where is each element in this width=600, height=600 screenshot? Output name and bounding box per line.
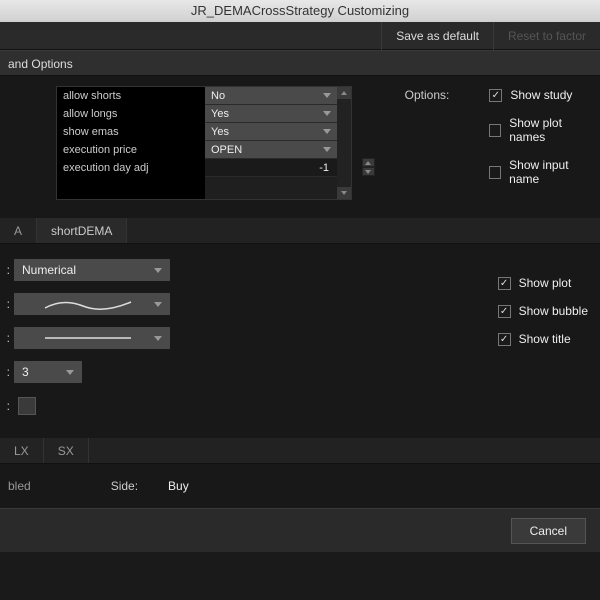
line-style-label: : (0, 331, 14, 345)
options-checkboxes: ✓ Show study Show plot names Show input … (489, 86, 592, 200)
chevron-down-icon (323, 147, 331, 152)
checkbox-icon (489, 124, 501, 137)
save-as-default-button[interactable]: Save as default (381, 22, 493, 50)
width-label: : (0, 365, 14, 379)
draw-as-select[interactable]: Numerical (14, 259, 170, 281)
window-title: JR_DEMACrossStrategy Customizing (191, 3, 409, 18)
inputs-scrollbar[interactable] (337, 87, 351, 199)
reset-to-factory-button[interactable]: Reset to factor (493, 22, 600, 50)
chevron-down-icon (66, 370, 74, 375)
scroll-up-icon[interactable] (337, 87, 351, 99)
scroll-track[interactable] (337, 99, 351, 187)
checkbox-icon: ✓ (489, 89, 502, 102)
enabled-label: bled (8, 479, 31, 493)
side-value: Buy (168, 479, 189, 493)
input-name-column: allow shorts allow longs show emas execu… (57, 87, 205, 199)
allow-longs-select[interactable]: Yes (205, 105, 337, 123)
checkbox-label: Show plot names (509, 116, 592, 144)
show-emas-select[interactable]: Yes (205, 123, 337, 141)
show-plot-names-checkbox[interactable]: Show plot names (489, 116, 592, 144)
section-header-inputs-options: and Options (0, 50, 600, 76)
chevron-down-icon (323, 129, 331, 134)
checkbox-label: Show bubble (519, 304, 588, 318)
show-title-checkbox[interactable]: ✓ Show title (498, 332, 588, 346)
style-label: : (0, 297, 14, 311)
inputs-table: allow shorts allow longs show emas execu… (56, 86, 352, 200)
options-label: Options: (405, 88, 450, 102)
stepper-down-icon[interactable] (362, 167, 375, 176)
plot-options-column: ✓ Show plot ✓ Show bubble ✓ Show title (498, 258, 588, 428)
allow-shorts-select[interactable]: No (205, 87, 337, 105)
color-picker[interactable] (18, 397, 36, 415)
tab-lx[interactable]: LX (0, 438, 44, 463)
plot-tabs: A shortDEMA (0, 218, 600, 244)
style-select[interactable] (14, 293, 170, 315)
checkbox-label: Show title (519, 332, 571, 346)
checkbox-icon: ✓ (498, 333, 511, 346)
checkbox-label: Show input name (509, 158, 592, 186)
show-study-checkbox[interactable]: ✓ Show study (489, 88, 592, 102)
execution-price-select[interactable]: OPEN (205, 141, 337, 159)
draw-as-label: : (0, 263, 14, 277)
top-actions: Save as default Reset to factor (0, 22, 600, 50)
tab-shortdema[interactable]: shortDEMA (37, 218, 127, 243)
input-name: execution price (57, 141, 205, 159)
tab-sx[interactable]: SX (44, 438, 89, 463)
order-tabs: LX SX (0, 438, 600, 464)
chevron-down-icon (154, 268, 162, 273)
show-bubble-checkbox[interactable]: ✓ Show bubble (498, 304, 588, 318)
input-value-column: No Yes Yes OPEN -1 (205, 87, 337, 199)
scroll-down-icon[interactable] (337, 187, 351, 199)
color-label: : (0, 399, 14, 413)
checkbox-icon: ✓ (498, 305, 511, 318)
execution-day-adj-input[interactable]: -1 (205, 159, 337, 177)
chevron-down-icon (154, 302, 162, 307)
chevron-down-icon (323, 93, 331, 98)
input-name: execution day adj (57, 159, 205, 177)
checkbox-icon: ✓ (498, 277, 511, 290)
show-plot-checkbox[interactable]: ✓ Show plot (498, 276, 588, 290)
checkbox-label: Show study (510, 88, 572, 102)
input-name: allow longs (57, 105, 205, 123)
line-width-select[interactable]: 3 (14, 361, 82, 383)
line-preview-icon (22, 327, 154, 349)
plot-config-body: : Numerical : : : (0, 244, 600, 438)
plot-left-column: : Numerical : : : (0, 258, 190, 428)
input-name: allow shorts (57, 87, 205, 105)
inputs-options-body: allow shorts allow longs show emas execu… (0, 76, 600, 218)
tab-a[interactable]: A (0, 218, 37, 243)
window-titlebar: JR_DEMACrossStrategy Customizing (0, 0, 600, 22)
stepper-up-icon[interactable] (362, 158, 375, 167)
chevron-down-icon (154, 336, 162, 341)
show-input-name-checkbox[interactable]: Show input name (489, 158, 592, 186)
options-column: Options: (405, 86, 450, 200)
dialog-footer: Cancel (0, 508, 600, 552)
chevron-down-icon (323, 111, 331, 116)
cancel-button[interactable]: Cancel (511, 518, 586, 544)
checkbox-icon (489, 166, 501, 179)
number-spinner (362, 158, 375, 200)
line-style-select[interactable] (14, 327, 170, 349)
curve-preview-icon (22, 293, 154, 315)
orders-body: bled Side: Buy (0, 464, 600, 508)
input-name: show emas (57, 123, 205, 141)
side-label: Side: (111, 479, 138, 493)
checkbox-label: Show plot (519, 276, 572, 290)
